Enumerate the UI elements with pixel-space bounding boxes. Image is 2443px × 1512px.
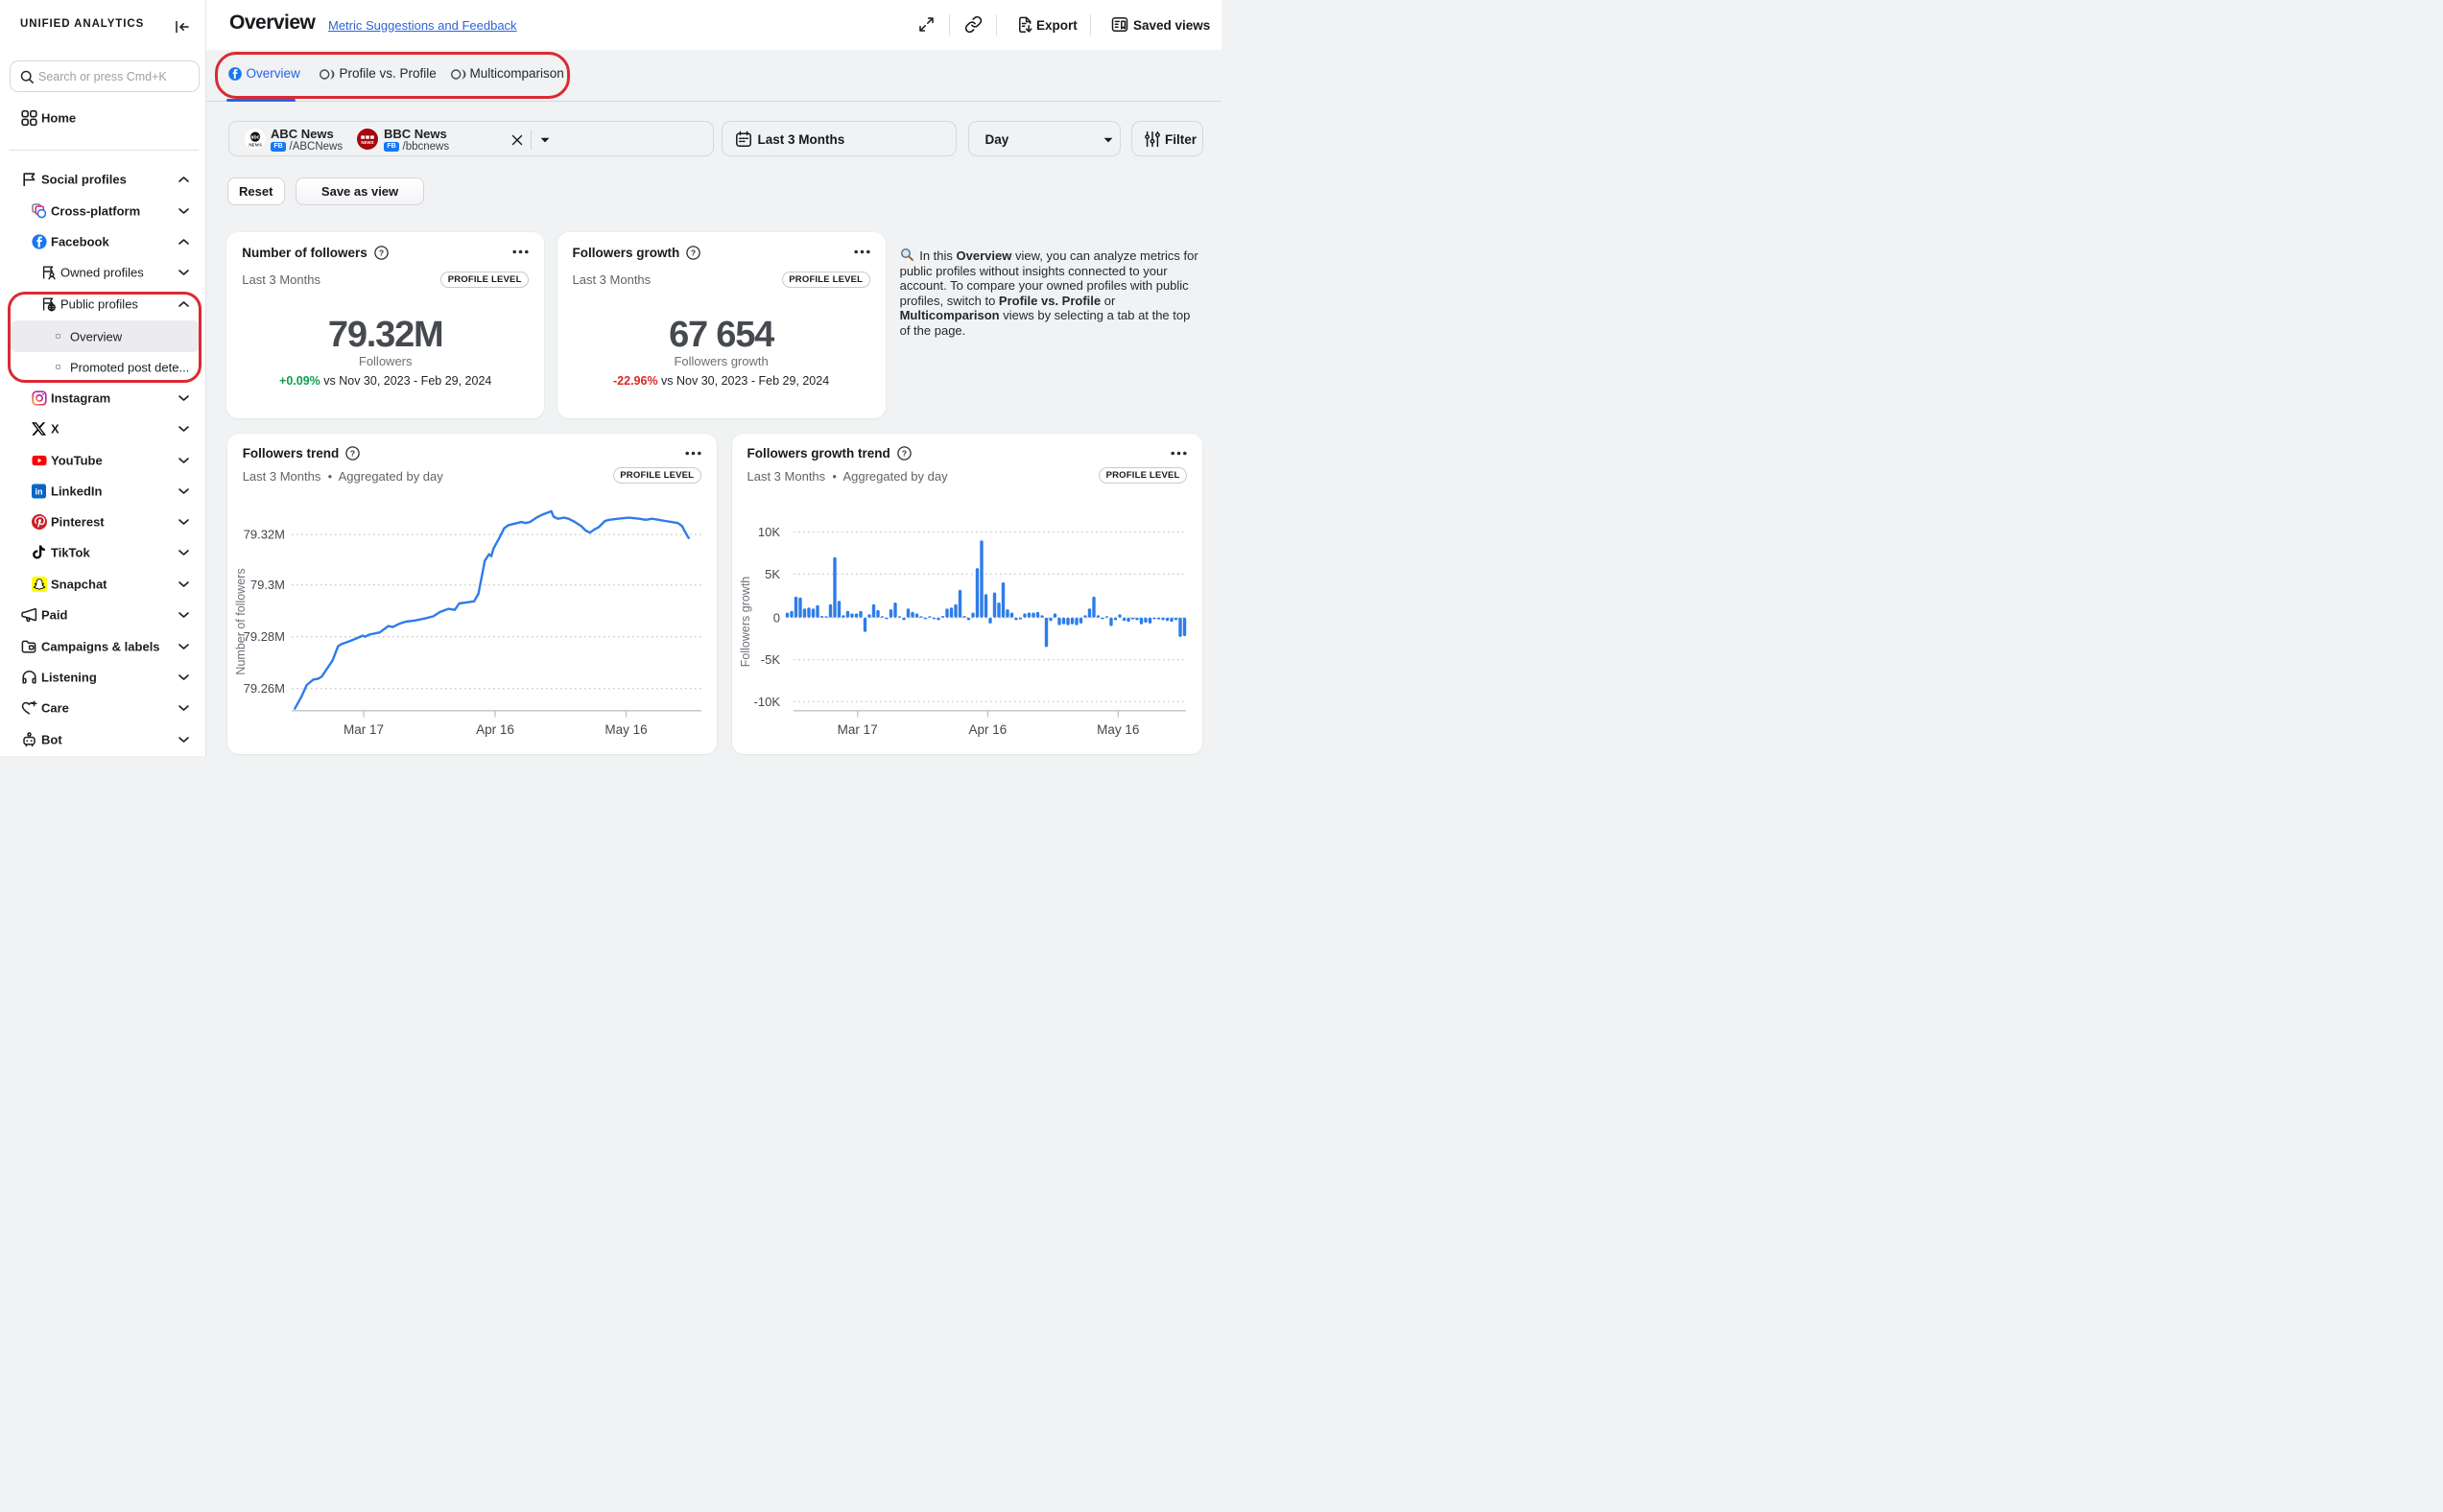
svg-text:Mar 17: Mar 17 — [837, 722, 877, 737]
svg-text:NEWS: NEWS — [249, 143, 262, 148]
svg-text:-10K: -10K — [753, 695, 780, 709]
svg-text:in: in — [36, 486, 43, 496]
svg-text:79.26M: 79.26M — [243, 681, 284, 696]
svg-text:May 16: May 16 — [605, 722, 647, 737]
svg-text:-5K: -5K — [760, 652, 780, 667]
svg-text:abc: abc — [250, 135, 259, 141]
svg-text:Number of followers: Number of followers — [234, 568, 248, 674]
svg-text:10K: 10K — [757, 525, 779, 539]
svg-text:79.28M: 79.28M — [243, 629, 284, 644]
svg-text:?: ? — [691, 248, 696, 257]
svg-text:Apr 16: Apr 16 — [476, 722, 514, 737]
svg-text:Apr 16: Apr 16 — [968, 722, 1007, 737]
svg-text:Followers growth: Followers growth — [739, 577, 752, 668]
svg-text:NEWS: NEWS — [361, 140, 373, 145]
svg-text:May 16: May 16 — [1097, 722, 1139, 737]
svg-text:?: ? — [379, 248, 384, 257]
svg-text:0: 0 — [772, 610, 779, 625]
svg-text:79.3M: 79.3M — [250, 578, 285, 592]
svg-text:79.32M: 79.32M — [243, 527, 284, 541]
svg-text:Mar 17: Mar 17 — [344, 722, 384, 737]
svg-text:5K: 5K — [765, 567, 780, 581]
